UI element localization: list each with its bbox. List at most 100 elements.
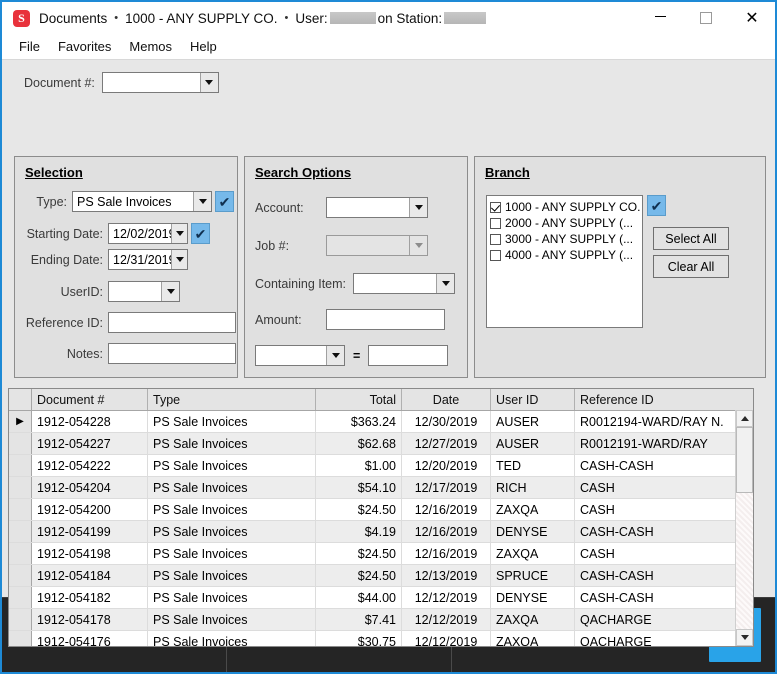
cell-date: 12/16/2019	[401, 520, 491, 543]
station-name-redacted	[444, 12, 487, 24]
chevron-down-icon[interactable]	[171, 224, 187, 243]
type-apply-check-button[interactable]: ✔	[215, 191, 234, 212]
ending-date-value[interactable]: 12/31/2019	[109, 250, 171, 269]
custom-field-value[interactable]	[256, 346, 326, 365]
menu-item-file[interactable]: File	[10, 37, 49, 56]
documents-grid[interactable]: Document # Type Total Date User ID Refer…	[8, 388, 754, 647]
column-header-total[interactable]: Total	[315, 389, 402, 411]
containing-item-value[interactable]	[354, 274, 436, 293]
custom-field-combo[interactable]	[255, 345, 345, 366]
cell-total: $54.10	[315, 476, 402, 499]
starting-date-value[interactable]: 12/02/2019	[109, 224, 171, 243]
table-row[interactable]: 1912-054182 PS Sale Invoices $44.00 12/1…	[9, 586, 753, 609]
custom-criteria-row: =	[255, 345, 449, 366]
table-row[interactable]: 1912-054198 PS Sale Invoices $24.50 12/1…	[9, 542, 753, 565]
chevron-down-icon[interactable]	[161, 282, 179, 301]
close-button[interactable]: ✕	[729, 2, 775, 34]
select-all-button[interactable]: Select All	[653, 227, 729, 250]
table-body: ▶ 1912-054228 PS Sale Invoices $363.24 1…	[9, 410, 753, 646]
table-row[interactable]: 1912-054227 PS Sale Invoices $62.68 12/2…	[9, 432, 753, 455]
cell-total: $30.75	[315, 630, 402, 646]
menu-item-help[interactable]: Help	[181, 37, 226, 56]
cell-document: 1912-054222	[31, 454, 148, 477]
window-title: Documents • 1000 - ANY SUPPLY CO. • User…	[39, 11, 488, 26]
job-value[interactable]	[327, 236, 409, 255]
custom-value-input[interactable]	[368, 345, 449, 366]
cell-userid: SPRUCE	[490, 564, 575, 587]
column-header-userid[interactable]: User ID	[490, 389, 575, 411]
branch-list[interactable]: 1000 - ANY SUPPLY CO. 2000 - ANY SUPPLY …	[486, 195, 643, 328]
cell-userid: AUSER	[490, 410, 575, 433]
menu-item-memos[interactable]: Memos	[120, 37, 181, 56]
selection-group: Selection Type: PS Sale Invoices ✔ Start…	[14, 156, 238, 378]
scroll-down-button[interactable]	[736, 629, 753, 646]
cell-type: PS Sale Invoices	[147, 542, 316, 565]
chevron-down-icon[interactable]	[193, 192, 211, 211]
document-number-combo[interactable]	[101, 72, 219, 93]
chevron-down-icon[interactable]	[409, 236, 427, 255]
table-row[interactable]: 1912-054184 PS Sale Invoices $24.50 12/1…	[9, 564, 753, 587]
branch-list-item[interactable]: 1000 - ANY SUPPLY CO.	[490, 199, 642, 215]
type-value[interactable]: PS Sale Invoices	[73, 192, 193, 211]
maximize-button[interactable]	[683, 2, 729, 34]
cell-document: 1912-054227	[31, 432, 148, 455]
userid-combo[interactable]	[108, 281, 180, 302]
userid-value[interactable]	[109, 282, 161, 301]
chevron-down-icon[interactable]	[326, 346, 344, 365]
checkbox-icon[interactable]	[490, 201, 501, 213]
grid-vertical-scrollbar[interactable]	[735, 410, 753, 646]
starting-date-apply-check-button[interactable]: ✔	[191, 223, 210, 244]
cell-userid: ZAXQA	[490, 630, 575, 646]
table-row[interactable]: 1912-054200 PS Sale Invoices $24.50 12/1…	[9, 498, 753, 521]
table-row[interactable]: 1912-054176 PS Sale Invoices $30.75 12/1…	[9, 630, 753, 646]
scroll-track[interactable]	[736, 427, 753, 629]
account-row: Account:	[255, 197, 428, 218]
user-name-redacted	[329, 12, 376, 24]
cell-date: 12/16/2019	[401, 542, 491, 565]
table-row[interactable]: 1912-054199 PS Sale Invoices $4.19 12/16…	[9, 520, 753, 543]
window-title-station-label: on Station:	[377, 10, 443, 26]
ending-date-combo[interactable]: 12/31/2019	[108, 249, 188, 270]
account-value[interactable]	[327, 198, 409, 217]
clear-all-button[interactable]: Clear All	[653, 255, 729, 278]
document-number-input[interactable]	[103, 73, 200, 92]
table-row[interactable]: 1912-054178 PS Sale Invoices $7.41 12/12…	[9, 608, 753, 631]
account-combo[interactable]	[326, 197, 428, 218]
table-row[interactable]: 1912-054204 PS Sale Invoices $54.10 12/1…	[9, 476, 753, 499]
amount-input[interactable]	[326, 309, 445, 330]
checkbox-icon[interactable]	[490, 233, 501, 245]
column-header-type[interactable]: Type	[147, 389, 316, 411]
scroll-up-button[interactable]	[736, 410, 753, 427]
column-header-document[interactable]: Document #	[31, 389, 148, 411]
cell-type: PS Sale Invoices	[147, 454, 316, 477]
notes-input[interactable]	[108, 343, 236, 364]
cell-userid: ZAXQA	[490, 542, 575, 565]
chevron-down-icon[interactable]	[171, 250, 187, 269]
job-combo[interactable]	[326, 235, 428, 256]
starting-date-combo[interactable]: 12/02/2019	[108, 223, 188, 244]
table-row[interactable]: 1912-054222 PS Sale Invoices $1.00 12/20…	[9, 454, 753, 477]
type-combo[interactable]: PS Sale Invoices	[72, 191, 212, 212]
documents-table: Document # Type Total Date User ID Refer…	[9, 389, 753, 646]
branch-list-item[interactable]: 4000 - ANY SUPPLY (...	[490, 247, 642, 263]
column-header-reference[interactable]: Reference ID	[574, 389, 739, 411]
scroll-thumb[interactable]	[736, 427, 753, 493]
checkbox-icon[interactable]	[490, 249, 501, 261]
column-header-date[interactable]: Date	[401, 389, 491, 411]
branch-list-item[interactable]: 3000 - ANY SUPPLY (...	[490, 231, 642, 247]
window-title-company: 1000 - ANY SUPPLY CO.	[125, 10, 278, 26]
chevron-down-icon[interactable]	[409, 198, 427, 217]
reference-id-input[interactable]	[108, 312, 236, 333]
checkbox-icon[interactable]	[490, 217, 501, 229]
chevron-down-icon[interactable]	[199, 73, 218, 92]
type-row: Type: PS Sale Invoices ✔	[25, 191, 234, 212]
minimize-button[interactable]	[637, 2, 683, 34]
branch-list-item[interactable]: 2000 - ANY SUPPLY (...	[490, 215, 642, 231]
menu-item-favorites[interactable]: Favorites	[49, 37, 120, 56]
branch-apply-check-button[interactable]: ✔	[647, 195, 666, 216]
reference-id-label: Reference ID:	[25, 315, 103, 330]
notes-label: Notes:	[66, 346, 103, 361]
table-row[interactable]: ▶ 1912-054228 PS Sale Invoices $363.24 1…	[9, 410, 753, 433]
containing-item-combo[interactable]	[353, 273, 456, 294]
chevron-down-icon[interactable]	[436, 274, 455, 293]
